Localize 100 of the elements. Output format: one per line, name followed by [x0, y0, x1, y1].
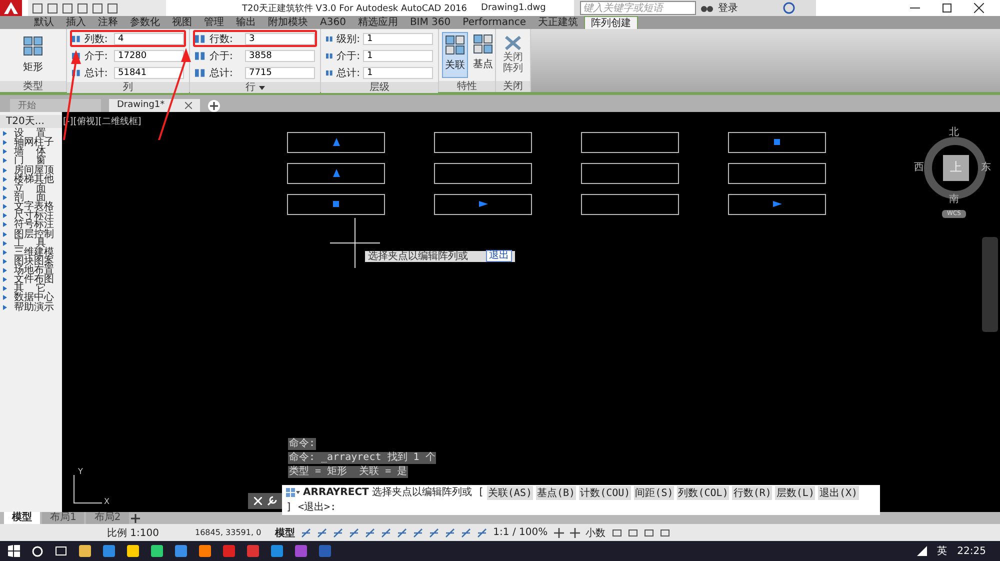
command-option[interactable]: 间距(S): [634, 486, 674, 500]
input-field[interactable]: 4: [114, 32, 184, 44]
command-option[interactable]: 关联(AS): [486, 486, 533, 500]
ribbon-tab[interactable]: 视图: [166, 16, 198, 29]
ribbon-tab[interactable]: 参数化: [124, 16, 166, 29]
input-field[interactable]: 3: [245, 32, 315, 44]
status-toggle-icon[interactable]: [317, 528, 328, 538]
wrench-icon[interactable]: [266, 496, 276, 506]
ribbon-button[interactable]: 基点: [471, 32, 495, 78]
status-toggle-icon[interactable]: [381, 528, 392, 538]
grip-icon[interactable]: [774, 139, 780, 146]
input-field[interactable]: 退出: [486, 250, 512, 262]
layout-tab[interactable]: 模型: [4, 512, 40, 524]
input-field[interactable]: 1: [363, 66, 433, 78]
status-toggle-icon[interactable]: [461, 528, 472, 538]
rectangular-button[interactable]: 矩形: [0, 29, 66, 81]
status-toggle-icon[interactable]: [612, 528, 622, 538]
status-toggle-icon[interactable]: [413, 528, 424, 538]
status-toggle-icon[interactable]: [349, 528, 360, 538]
status-toggle-icon[interactable]: [429, 528, 440, 538]
sidebar-item[interactable]: 门窗: [0, 156, 62, 166]
command-option[interactable]: 基点(B): [536, 486, 576, 500]
toolbar-icon[interactable]: [92, 2, 103, 14]
sidebar-item[interactable]: 三维建模: [0, 248, 62, 257]
search-field[interactable]: 键入关键字或短语: [580, 1, 696, 15]
status-toggle-icon[interactable]: [660, 528, 670, 538]
status-toggle-icon[interactable]: [333, 528, 344, 538]
command-option[interactable]: 层数(L): [775, 486, 816, 500]
sidebar-item[interactable]: 帮助演示: [0, 302, 62, 312]
taskbar-app-icon[interactable]: [199, 545, 211, 558]
grip-icon[interactable]: [332, 169, 340, 178]
annotation-scale-button[interactable]: 1:1 / 100%: [493, 527, 548, 538]
toolbar-icon[interactable]: [77, 2, 88, 14]
status-toggle-icon[interactable]: [365, 528, 376, 538]
ribbon-tab[interactable]: 输出: [230, 16, 262, 29]
sidebar-item[interactable]: 房间屋顶: [0, 165, 62, 175]
status-toggle-icon[interactable]: [644, 528, 654, 538]
add-icon[interactable]: [130, 514, 140, 523]
status-toggle-icon[interactable]: [570, 528, 580, 538]
input-field[interactable]: 3858: [245, 50, 315, 62]
input-field[interactable]: 17280: [114, 50, 184, 62]
sidebar-item[interactable]: 墙体: [0, 147, 62, 156]
sidebar-item[interactable]: 工具: [0, 238, 62, 248]
search-icon[interactable]: [32, 546, 43, 557]
ribbon-tab[interactable]: 精选应用: [352, 16, 404, 29]
ribbon-tab[interactable]: Performance: [456, 16, 532, 29]
network-icon[interactable]: [917, 546, 928, 556]
grip-icon[interactable]: [333, 201, 339, 208]
status-toggle-icon[interactable]: [628, 528, 638, 538]
ribbon-tab[interactable]: 管理: [198, 16, 230, 29]
taskbar-app-icon[interactable]: [127, 545, 139, 558]
sidebar-item[interactable]: 图块图案: [0, 256, 62, 266]
start-icon[interactable]: [8, 545, 20, 558]
sidebar-item[interactable]: 立面: [0, 184, 62, 193]
binoculars-icon[interactable]: [700, 3, 713, 13]
ribbon-tab[interactable]: 插入: [60, 16, 92, 29]
ribbon-tab[interactable]: 默认: [28, 16, 60, 29]
document-tab[interactable]: Drawing1*: [109, 98, 200, 112]
ribbon-tab[interactable]: A360: [314, 16, 352, 29]
sidebar-item[interactable]: 符号标注: [0, 220, 62, 230]
sidebar-item[interactable]: 尺寸标注: [0, 211, 62, 220]
caret-icon[interactable]: [258, 86, 264, 90]
scale-button[interactable]: 比例 1:100: [107, 526, 159, 540]
status-toggle-icon[interactable]: [477, 528, 488, 538]
status-toggle-icon[interactable]: [301, 528, 312, 538]
ribbon-tab[interactable]: BIM 360: [404, 16, 457, 29]
new-tab-icon[interactable]: [208, 100, 220, 112]
close-icon[interactable]: [974, 3, 984, 13]
taskbar-app-icon[interactable]: [79, 545, 91, 558]
taskbar-app-icon[interactable]: [103, 545, 115, 558]
help-icon[interactable]: [782, 2, 795, 14]
layout-tab[interactable]: 布局1: [42, 512, 84, 524]
sidebar-item[interactable]: 图层控制: [0, 229, 62, 239]
sidebar-item[interactable]: 其它: [0, 284, 62, 294]
input-language[interactable]: 英: [937, 544, 948, 558]
toolbar-icon[interactable]: [47, 2, 58, 14]
task-view-icon[interactable]: [55, 546, 67, 556]
sidebar-item[interactable]: 设置: [0, 128, 62, 138]
grip-icon[interactable]: [772, 201, 782, 208]
ribbon-tab[interactable]: 附加模块: [262, 16, 314, 29]
maximize-icon[interactable]: [942, 3, 952, 13]
taskbar-app-icon[interactable]: [175, 545, 187, 558]
layout-tab[interactable]: 布局2: [86, 512, 129, 524]
input-field[interactable]: 1: [363, 50, 433, 62]
command-option[interactable]: 计数(COU): [579, 486, 632, 500]
sidebar-item[interactable]: 文字表格: [0, 202, 62, 212]
command-option[interactable]: 退出(X): [818, 486, 859, 500]
input-field[interactable]: 7715: [245, 66, 315, 78]
model-space-button[interactable]: 模型: [275, 526, 296, 540]
status-toggle-icon[interactable]: [397, 528, 408, 538]
toolbar-icon[interactable]: [62, 2, 73, 14]
command-option[interactable]: 行数(R): [732, 486, 772, 500]
ribbon-tab[interactable]: 天正建筑: [532, 16, 584, 29]
ribbon-tab[interactable]: 阵列创建: [584, 16, 638, 29]
grip-icon[interactable]: [478, 201, 488, 208]
ribbon-tab[interactable]: 注释: [92, 16, 124, 29]
status-toggle-icon[interactable]: [554, 528, 564, 538]
taskbar-app-icon[interactable]: [271, 545, 283, 558]
status-toggle-icon[interactable]: [445, 528, 456, 538]
sidebar-item[interactable]: 数据中心: [0, 293, 62, 303]
